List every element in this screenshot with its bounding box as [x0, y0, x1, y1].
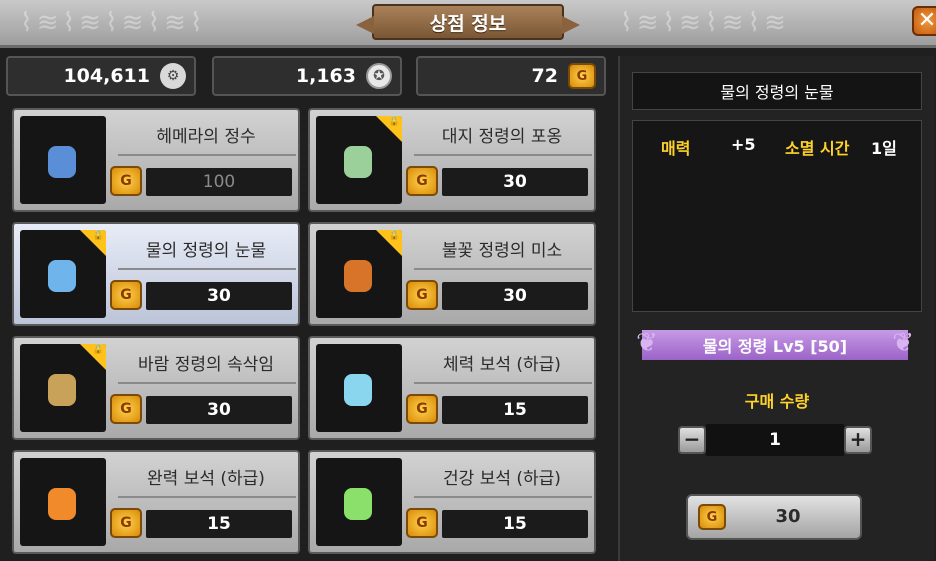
requirement-ribbon: ❦ 물의 정령 Lv5 [50] ❦ [636, 328, 914, 360]
gold-coin-icon: G [406, 166, 438, 196]
item-name: 바람 정령의 속삭임 [138, 355, 274, 375]
gold-coin-icon: G [110, 508, 142, 538]
currency-value: 1,163 [295, 65, 356, 87]
gold-coin-icon: G [406, 508, 438, 538]
item-art-icon [344, 146, 372, 178]
gold-coin-icon: G [568, 63, 596, 89]
lock-icon: 🔒 [388, 231, 400, 241]
ribbon-swirl-icon: ❦ [892, 328, 914, 358]
divider [118, 268, 296, 270]
divider [118, 154, 296, 156]
duration-label: 소멸 시간 [785, 139, 850, 158]
shop-item-card[interactable]: 🔒 물의 정령의 눈물 G 30 [12, 222, 300, 326]
item-price: 30 [442, 282, 588, 310]
ribbon-swirl-icon: ❦ [636, 328, 658, 358]
gold-coin-icon: G [698, 504, 726, 530]
item-price: 30 [146, 282, 292, 310]
shop-item-card[interactable]: 🔒 불꽃 정령의 미소 G 30 [308, 222, 596, 326]
item-art-icon [48, 488, 76, 520]
item-name: 물의 정령의 눈물 [145, 241, 267, 261]
gold-coin-icon: G [110, 394, 142, 424]
close-icon: ✕ [917, 8, 936, 33]
buy-price: 30 [775, 506, 801, 527]
quantity-decrease-button[interactable]: − [678, 426, 706, 454]
divider [118, 496, 296, 498]
currency-gold: 72 G [416, 56, 606, 96]
stat-name: 매력 [661, 139, 691, 158]
divider [414, 268, 592, 270]
quantity-label: 구매 수량 [744, 392, 810, 411]
quantity-field[interactable]: 1 [706, 424, 844, 456]
silver-medal-icon: ✪ [366, 63, 392, 89]
item-name: 대지 정령의 포옹 [441, 127, 563, 147]
shop-item-card[interactable]: 🔒 대지 정령의 포옹 G 30 [308, 108, 596, 212]
close-button[interactable]: ✕ [912, 6, 936, 36]
item-name: 불꽃 정령의 미소 [441, 241, 563, 261]
item-thumbnail [20, 458, 106, 546]
shop-item-card[interactable]: 건강 보석 (하급) G 15 [308, 450, 596, 554]
window-title: 상점 정보 [356, 4, 580, 40]
item-thumbnail: 🔒 [20, 230, 106, 318]
gold-coin-icon: G [110, 166, 142, 196]
item-art-icon [344, 488, 372, 520]
item-thumbnail: 🔒 [316, 230, 402, 318]
divider [414, 496, 592, 498]
item-art-icon [48, 260, 76, 292]
shop-item-card[interactable]: 헤메라의 정수 G 100 [12, 108, 300, 212]
currency-gear: 104,611 ⚙ [6, 56, 196, 96]
item-name: 체력 보석 (하급) [443, 355, 561, 375]
currency-medal: 1,163 ✪ [212, 56, 402, 96]
duration-value: 1일 [871, 139, 897, 158]
gold-coin-icon: G [406, 280, 438, 310]
item-price: 30 [442, 168, 588, 196]
divider [118, 382, 296, 384]
gear-coin-icon: ⚙ [160, 63, 186, 89]
gold-coin-icon: G [110, 280, 142, 310]
lock-icon: 🔒 [92, 345, 104, 355]
shop-item-card[interactable]: 🔒 바람 정령의 속삭임 G 30 [12, 336, 300, 440]
buy-button[interactable]: G 30 [686, 494, 862, 540]
item-thumbnail: 🔒 [20, 344, 106, 432]
item-price: 15 [442, 510, 588, 538]
divider [414, 382, 592, 384]
item-thumbnail: 🔒 [316, 116, 402, 204]
item-price: 100 [146, 168, 292, 196]
item-art-icon [344, 374, 372, 406]
item-price: 15 [146, 510, 292, 538]
banner-pattern: ⌇≋⌇≋⌇≋⌇≋⌇ [20, 8, 207, 38]
item-art-icon [48, 374, 76, 406]
selected-item-title: 물의 정령의 눈물 [632, 72, 922, 110]
requirement-text: 물의 정령 Lv5 [50] [702, 337, 848, 356]
currency-value: 104,611 [63, 65, 150, 87]
gold-coin-icon: G [406, 394, 438, 424]
item-thumbnail [316, 344, 402, 432]
shop-item-card[interactable]: 체력 보석 (하급) G 15 [308, 336, 596, 440]
item-art-icon [344, 260, 372, 292]
item-art-icon [48, 146, 76, 178]
item-stats-box: 매력 +5 소멸 시간 1일 [632, 120, 922, 312]
stat-value: +5 [731, 135, 756, 154]
item-name: 완력 보석 (하급) [147, 469, 265, 489]
divider [414, 154, 592, 156]
item-price: 15 [442, 396, 588, 424]
item-price: 30 [146, 396, 292, 424]
quantity-increase-button[interactable]: + [844, 426, 872, 454]
lock-icon: 🔒 [92, 231, 104, 241]
currency-value: 72 [531, 65, 558, 87]
shop-item-card[interactable]: 완력 보석 (하급) G 15 [12, 450, 300, 554]
item-thumbnail [20, 116, 106, 204]
item-name: 헤메라의 정수 [156, 127, 256, 147]
item-name: 건강 보석 (하급) [443, 469, 561, 489]
lock-icon: 🔒 [388, 117, 400, 127]
item-thumbnail [316, 458, 402, 546]
banner-pattern: ⌇≋⌇≋⌇≋⌇≋ [620, 8, 790, 38]
